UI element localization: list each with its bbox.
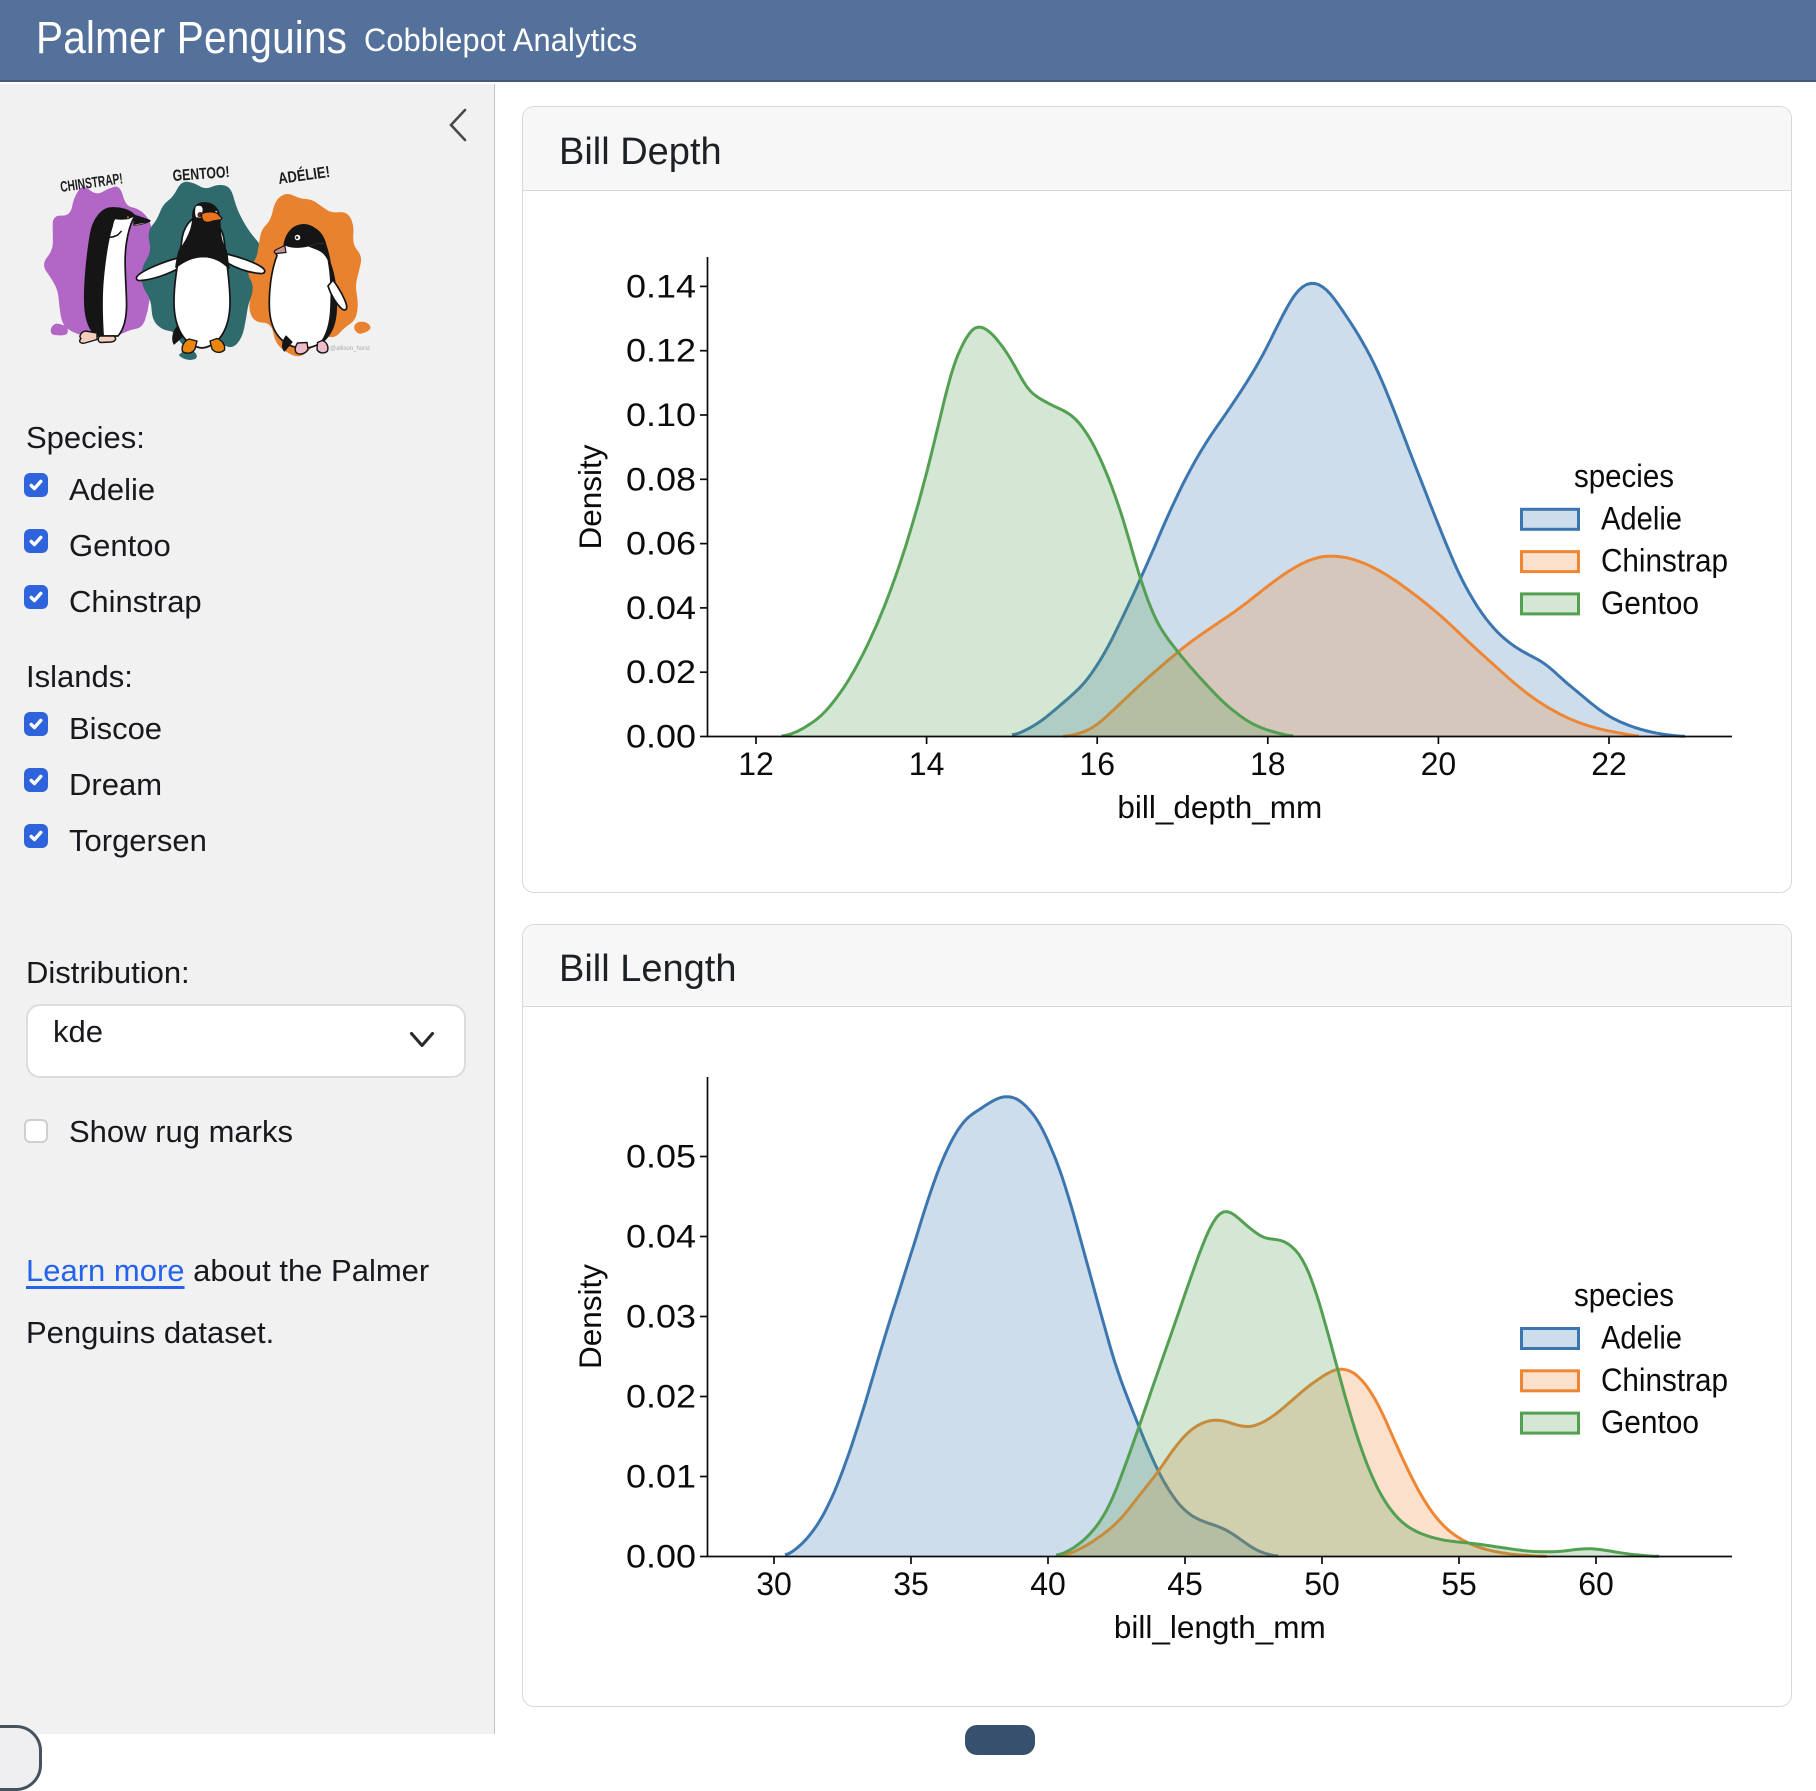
svg-text:0.04: 0.04 <box>626 590 696 626</box>
svg-text:@allison_horst: @allison_horst <box>330 346 370 352</box>
svg-text:0.10: 0.10 <box>626 397 696 433</box>
svg-text:14: 14 <box>909 746 945 782</box>
svg-text:Adelie: Adelie <box>1601 500 1682 536</box>
svg-text:18: 18 <box>1250 746 1286 782</box>
svg-text:Density: Density <box>572 1264 608 1369</box>
svg-text:bill_length_mm: bill_length_mm <box>1114 1609 1326 1645</box>
svg-text:0.14: 0.14 <box>626 268 696 304</box>
svg-text:20: 20 <box>1421 746 1457 782</box>
svg-text:0.03: 0.03 <box>626 1299 696 1335</box>
svg-text:35: 35 <box>893 1566 929 1602</box>
svg-text:55: 55 <box>1441 1566 1477 1602</box>
svg-text:0.00: 0.00 <box>626 1539 696 1575</box>
svg-text:45: 45 <box>1167 1566 1203 1602</box>
svg-text:0.02: 0.02 <box>626 1379 696 1415</box>
svg-text:0.02: 0.02 <box>626 654 696 690</box>
svg-text:0.04: 0.04 <box>626 1219 696 1255</box>
svg-text:bill_depth_mm: bill_depth_mm <box>1117 789 1322 825</box>
svg-text:0.08: 0.08 <box>626 461 696 497</box>
svg-text:0.00: 0.00 <box>626 719 696 755</box>
svg-text:40: 40 <box>1030 1566 1066 1602</box>
svg-text:Density: Density <box>572 444 608 549</box>
svg-text:16: 16 <box>1079 746 1115 782</box>
svg-text:0.12: 0.12 <box>626 333 696 369</box>
svg-text:60: 60 <box>1578 1566 1614 1602</box>
svg-text:Gentoo: Gentoo <box>1601 585 1699 621</box>
svg-text:12: 12 <box>738 746 774 782</box>
svg-text:0.01: 0.01 <box>626 1459 696 1495</box>
svg-text:species: species <box>1574 458 1674 494</box>
svg-text:species: species <box>1574 1277 1674 1313</box>
svg-text:ADÉLIE!: ADÉLIE! <box>277 162 331 188</box>
svg-text:30: 30 <box>756 1566 792 1602</box>
svg-text:50: 50 <box>1304 1566 1340 1602</box>
svg-text:Chinstrap: Chinstrap <box>1601 543 1728 579</box>
svg-text:0.05: 0.05 <box>626 1139 696 1175</box>
svg-text:Adelie: Adelie <box>1601 1320 1682 1356</box>
svg-text:Chinstrap: Chinstrap <box>1601 1362 1728 1398</box>
svg-text:0.06: 0.06 <box>626 526 696 562</box>
svg-text:GENTOO!: GENTOO! <box>172 164 230 185</box>
svg-text:22: 22 <box>1591 746 1627 782</box>
svg-text:Gentoo: Gentoo <box>1601 1404 1699 1440</box>
